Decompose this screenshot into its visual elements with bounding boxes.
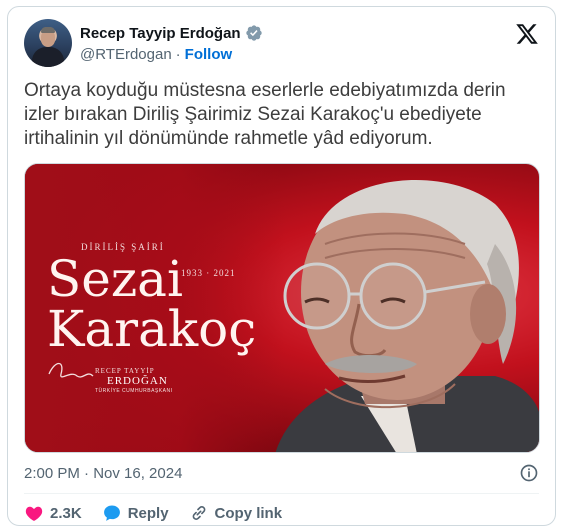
verified-badge-icon (245, 25, 262, 41)
copy-link-button[interactable]: Copy link (189, 503, 283, 523)
like-button[interactable]: 2.3K (24, 503, 82, 523)
like-count: 2.3K (50, 504, 82, 522)
poster-last-name: Karakoç (47, 300, 257, 358)
name-row: Recep Tayyip Erdoğan (80, 24, 263, 42)
avatar[interactable] (24, 19, 72, 67)
poster-signature-title: TÜRKİYE CUMHURBAŞKANI (95, 388, 173, 394)
tweet-actions: 2.3K Reply Copy link (24, 501, 302, 525)
tweet-header: Recep Tayyip Erdoğan @RTErdogan · Follow (24, 19, 539, 75)
reply-button[interactable]: Reply (102, 503, 169, 523)
poster-signature-top: RECEP TAYYİP (95, 367, 155, 375)
handle[interactable]: @RTErdogan (80, 46, 172, 63)
reply-bubble-icon (103, 505, 120, 521)
separator-dot: · (175, 46, 181, 63)
heart-icon (25, 506, 43, 521)
link-icon (192, 506, 205, 520)
x-logo-icon[interactable] (515, 22, 539, 46)
divider (24, 493, 539, 494)
reply-label: Reply (127, 504, 169, 522)
info-icon[interactable] (519, 463, 539, 483)
display-name[interactable]: Recep Tayyip Erdoğan (80, 25, 241, 42)
tweet-text: Ortaya koyduğu müstesna eserlerle edebiy… (24, 80, 506, 149)
handle-row: @RTErdogan · Follow (80, 46, 232, 63)
tweet-card: Recep Tayyip Erdoğan @RTErdogan · Follow… (7, 6, 556, 526)
tweet-image[interactable]: DİRİLİŞ ŞAİRİ Sezai Karakoç 1933 · 2021 … (24, 163, 540, 453)
tweet-timestamp[interactable]: 2:00 PM · Nov 16, 2024 (24, 465, 182, 482)
copy-link-label: Copy link (214, 504, 283, 522)
poster-dates: 1933 · 2021 (181, 268, 236, 278)
poster-signature-name: ERDOĞAN (107, 375, 168, 387)
follow-button[interactable]: Follow (185, 46, 233, 63)
